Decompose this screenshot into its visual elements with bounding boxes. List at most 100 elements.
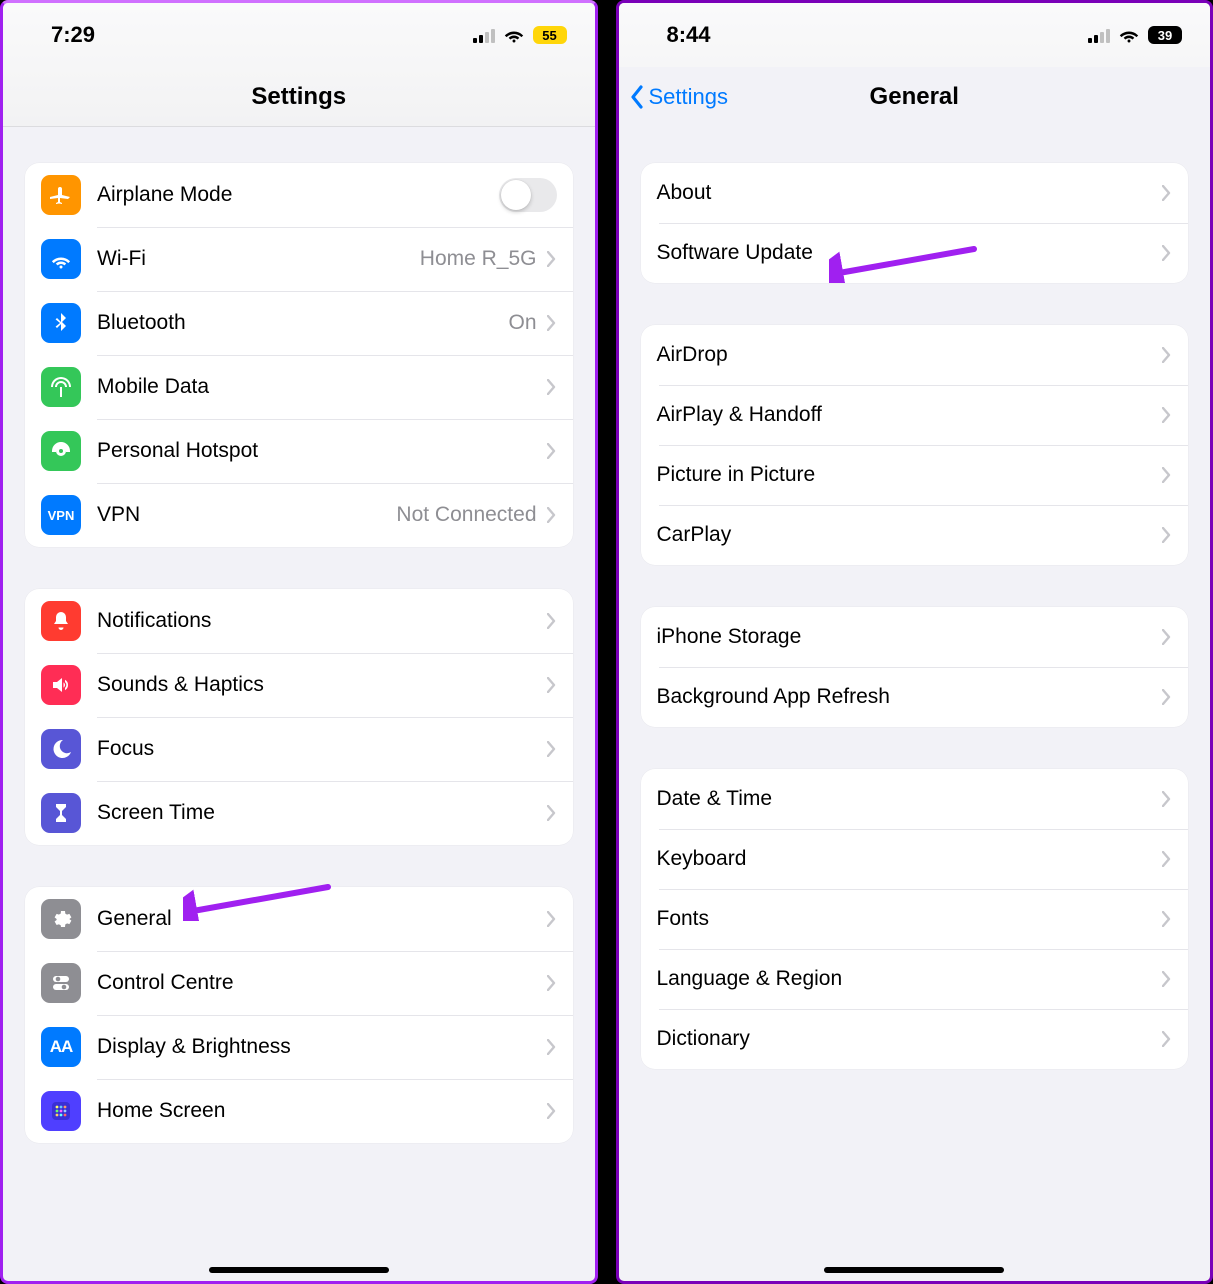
row-general[interactable]: General — [25, 887, 573, 951]
row-carplay[interactable]: CarPlay — [641, 505, 1189, 565]
settings-group: AirDrop AirPlay & Handoff Picture in Pictu… — [641, 325, 1189, 565]
row-notifications[interactable]: Notifications — [25, 589, 573, 653]
row-label: CarPlay — [657, 523, 1163, 547]
row-label: Airplane Mode — [97, 183, 499, 207]
status-bar: 7:29 55 — [3, 3, 595, 67]
vpn-icon: VPN — [41, 495, 81, 535]
row-iphone-storage[interactable]: iPhone Storage — [641, 607, 1189, 667]
hourglass-icon — [41, 793, 81, 833]
row-label: About — [657, 181, 1163, 205]
back-label: Settings — [649, 84, 729, 110]
row-label: VPN — [97, 503, 396, 527]
settings-group: Airplane ModeWi-FiHome R_5GBluetoothOnMo… — [25, 163, 573, 547]
chevron-right-icon — [1162, 467, 1172, 483]
chevron-right-icon — [1162, 245, 1172, 261]
chevron-right-icon — [1162, 185, 1172, 201]
moon-icon — [41, 729, 81, 769]
row-airplay[interactable]: AirPlay & Handoff — [641, 385, 1189, 445]
apps-icon — [41, 1091, 81, 1131]
chevron-right-icon — [547, 805, 557, 821]
row-airdrop[interactable]: AirDrop — [641, 325, 1189, 385]
gear-icon — [41, 899, 81, 939]
page-title: General — [870, 83, 959, 111]
chevron-right-icon — [1162, 689, 1172, 705]
row-label: Dictionary — [657, 1027, 1163, 1051]
row-language[interactable]: Language & Region — [641, 949, 1189, 1009]
back-button[interactable]: Settings — [629, 67, 729, 127]
row-label: General — [97, 907, 547, 931]
chevron-right-icon — [547, 443, 557, 459]
phone-settings: 7:29 55 Settings Airplane ModeWi-FiHome … — [0, 0, 598, 1284]
wifi-icon — [41, 239, 81, 279]
row-home-screen[interactable]: Home Screen — [25, 1079, 573, 1143]
bell-icon — [41, 601, 81, 641]
settings-list[interactable]: Airplane ModeWi-FiHome R_5GBluetoothOnMo… — [3, 127, 595, 1281]
toggle-airplane[interactable] — [499, 178, 557, 212]
row-value: On — [508, 311, 536, 335]
row-software-update[interactable]: Software Update — [641, 223, 1189, 283]
chevron-right-icon — [547, 677, 557, 693]
row-label: Language & Region — [657, 967, 1163, 991]
general-list[interactable]: About Software Update AirDrop AirPlay & Han… — [619, 127, 1211, 1281]
row-label: Screen Time — [97, 801, 547, 825]
page-title: Settings — [251, 83, 346, 111]
chevron-right-icon — [547, 1103, 557, 1119]
row-label: Bluetooth — [97, 311, 508, 335]
row-label: Notifications — [97, 609, 547, 633]
chevron-right-icon — [1162, 527, 1172, 543]
row-date-time[interactable]: Date & Time — [641, 769, 1189, 829]
row-dictionary[interactable]: Dictionary — [641, 1009, 1189, 1069]
row-label: Wi-Fi — [97, 247, 420, 271]
settings-group: General Control Centre AADisplay & Brightn… — [25, 887, 573, 1143]
phone-general: 8:44 39 Settings General AboutSoftware U… — [616, 0, 1213, 1284]
row-about[interactable]: About — [641, 163, 1189, 223]
row-airplane[interactable]: Airplane Mode — [25, 163, 573, 227]
row-hotspot[interactable]: Personal Hotspot — [25, 419, 573, 483]
row-label: Home Screen — [97, 1099, 547, 1123]
chevron-right-icon — [1162, 851, 1172, 867]
battery-indicator: 55 — [533, 26, 567, 44]
home-indicator — [209, 1267, 389, 1273]
row-display[interactable]: AADisplay & Brightness — [25, 1015, 573, 1079]
airplane-icon — [41, 175, 81, 215]
row-label: Software Update — [657, 241, 1163, 265]
row-label: Fonts — [657, 907, 1163, 931]
nav-bar: Settings — [3, 67, 595, 127]
sliders-icon — [41, 963, 81, 1003]
row-label: AirDrop — [657, 343, 1163, 367]
row-control-centre[interactable]: Control Centre — [25, 951, 573, 1015]
row-sounds[interactable]: Sounds & Haptics — [25, 653, 573, 717]
antenna-icon — [41, 367, 81, 407]
row-keyboard[interactable]: Keyboard — [641, 829, 1189, 889]
chevron-right-icon — [1162, 347, 1172, 363]
home-indicator — [824, 1267, 1004, 1273]
row-mobile-data[interactable]: Mobile Data — [25, 355, 573, 419]
row-label: Sounds & Haptics — [97, 673, 547, 697]
row-bluetooth[interactable]: BluetoothOn — [25, 291, 573, 355]
chevron-right-icon — [547, 975, 557, 991]
cellular-icon — [1088, 27, 1110, 43]
row-label: Picture in Picture — [657, 463, 1163, 487]
row-vpn[interactable]: VPNVPNNot Connected — [25, 483, 573, 547]
row-label: Control Centre — [97, 971, 547, 995]
row-wifi[interactable]: Wi-FiHome R_5G — [25, 227, 573, 291]
chevron-right-icon — [547, 1039, 557, 1055]
nav-bar: Settings General — [619, 67, 1211, 127]
row-fonts[interactable]: Fonts — [641, 889, 1189, 949]
row-label: Background App Refresh — [657, 685, 1163, 709]
row-label: Keyboard — [657, 847, 1163, 871]
chevron-right-icon — [547, 613, 557, 629]
cellular-icon — [473, 27, 495, 43]
row-screen-time[interactable]: Screen Time — [25, 781, 573, 845]
row-bg-refresh[interactable]: Background App Refresh — [641, 667, 1189, 727]
chevron-right-icon — [1162, 629, 1172, 645]
row-label: iPhone Storage — [657, 625, 1163, 649]
settings-group: iPhone Storage Background App Refresh — [641, 607, 1189, 727]
row-focus[interactable]: Focus — [25, 717, 573, 781]
chevron-right-icon — [1162, 911, 1172, 927]
chevron-right-icon — [547, 315, 557, 331]
chevron-right-icon — [1162, 971, 1172, 987]
chevron-right-icon — [547, 911, 557, 927]
chevron-right-icon — [547, 507, 557, 523]
row-pip[interactable]: Picture in Picture — [641, 445, 1189, 505]
